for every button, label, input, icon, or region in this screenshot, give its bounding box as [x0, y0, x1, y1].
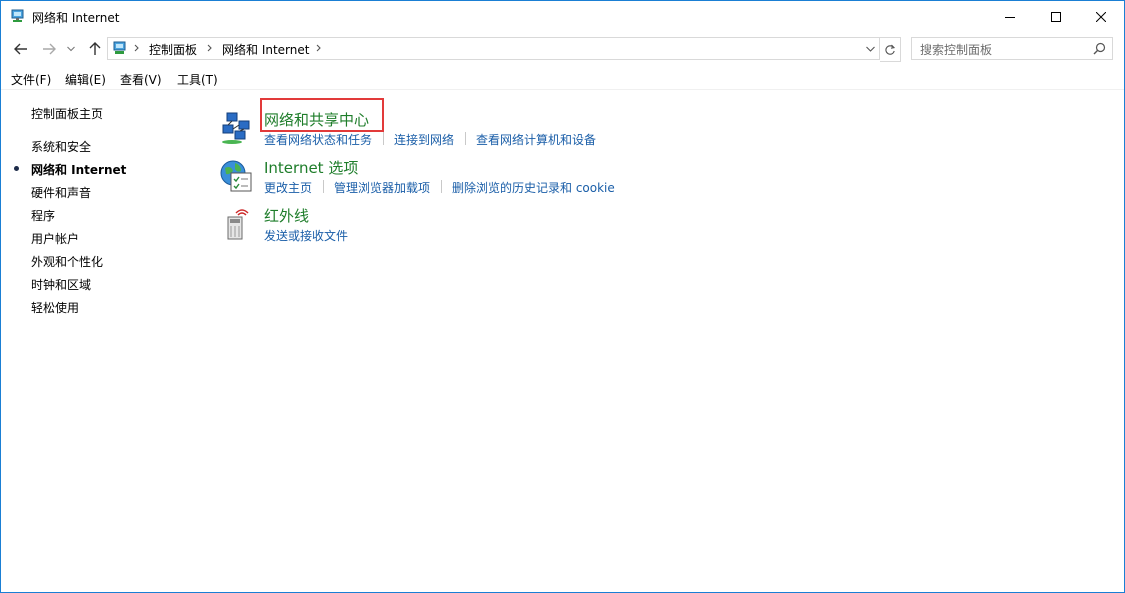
- link-separator: [465, 132, 466, 145]
- forward-button[interactable]: [39, 39, 59, 59]
- sidebar-item-programs[interactable]: 程序: [31, 207, 55, 224]
- sidebar-item-control-panel-home[interactable]: 控制面板主页: [31, 105, 103, 122]
- back-button[interactable]: [11, 39, 31, 59]
- chevron-right-icon: [133, 41, 141, 55]
- close-button[interactable]: [1078, 1, 1124, 32]
- up-arrow-icon: [89, 42, 101, 55]
- title-bar[interactable]: 网络和 Internet: [1, 1, 1124, 32]
- network-sharing-center-icon[interactable]: [219, 111, 253, 145]
- link-view-network-computers[interactable]: 查看网络计算机和设备: [476, 131, 596, 148]
- maximize-button[interactable]: [1033, 1, 1079, 32]
- address-dropdown-button[interactable]: [862, 38, 879, 59]
- sidebar-item-appearance[interactable]: 外观和个性化: [31, 253, 103, 270]
- dropdown-icon: [67, 46, 75, 52]
- chevron-down-icon: [866, 46, 875, 52]
- link-separator: [441, 180, 442, 193]
- infrared-icon[interactable]: [219, 207, 253, 241]
- menu-view[interactable]: 查看(V): [120, 71, 162, 88]
- sidebar-item-network-internet[interactable]: 网络和 Internet: [31, 161, 126, 178]
- search-input[interactable]: 搜索控制面板: [920, 41, 992, 58]
- sidebar-item-user-accounts[interactable]: 用户帐户: [31, 230, 79, 247]
- control-panel-icon: [112, 40, 128, 56]
- chevron-right-icon: [206, 41, 214, 55]
- menu-file[interactable]: 文件(F): [11, 71, 51, 88]
- sidebar-item-hardware-sound[interactable]: 硬件和声音: [31, 184, 91, 201]
- highlight-box: [260, 98, 384, 132]
- forward-arrow-icon: [43, 43, 56, 55]
- chevron-right-icon[interactable]: [315, 41, 323, 55]
- category-title-infrared[interactable]: 红外线: [264, 205, 309, 226]
- link-view-network-status[interactable]: 查看网络状态和任务: [264, 131, 372, 148]
- link-manage-browser-addons[interactable]: 管理浏览器加载项: [334, 179, 430, 196]
- menu-edit[interactable]: 编辑(E): [65, 71, 106, 88]
- link-change-home-page[interactable]: 更改主页: [264, 179, 312, 196]
- sidebar-item-ease-of-access[interactable]: 轻松使用: [31, 299, 79, 316]
- link-delete-browsing-history[interactable]: 删除浏览的历史记录和 cookie: [452, 179, 615, 196]
- breadcrumb-network-internet[interactable]: 网络和 Internet: [222, 41, 309, 58]
- search-box[interactable]: 搜索控制面板: [911, 37, 1113, 60]
- menu-bar: 文件(F) 编辑(E) 查看(V) 工具(T): [1, 67, 1124, 90]
- recent-locations-button[interactable]: [64, 39, 78, 59]
- link-connect-to-network[interactable]: 连接到网络: [394, 131, 454, 148]
- internet-options-icon[interactable]: [219, 159, 253, 193]
- menu-tools[interactable]: 工具(T): [177, 71, 218, 88]
- search-icon[interactable]: [1093, 42, 1106, 58]
- minimize-icon: [1005, 16, 1015, 18]
- window-title: 网络和 Internet: [32, 11, 120, 25]
- link-separator: [323, 180, 324, 193]
- breadcrumb-control-panel[interactable]: 控制面板: [149, 41, 197, 58]
- refresh-button[interactable]: [880, 37, 901, 62]
- address-bar[interactable]: 控制面板 网络和 Internet: [107, 37, 880, 60]
- link-separator: [383, 132, 384, 145]
- close-icon: [1096, 11, 1106, 22]
- minimize-button[interactable]: [987, 1, 1033, 32]
- sidebar-item-system-security[interactable]: 系统和安全: [31, 138, 91, 155]
- maximize-icon: [1051, 11, 1061, 22]
- network-icon: [10, 8, 26, 24]
- window: 网络和 Internet 控制面板 网络和 Internet 搜索控制面板 文件…: [0, 0, 1125, 593]
- up-button[interactable]: [85, 39, 105, 59]
- selected-bullet: [14, 166, 19, 171]
- link-send-receive-files[interactable]: 发送或接收文件: [264, 227, 348, 244]
- back-arrow-icon: [14, 43, 27, 55]
- refresh-icon: [885, 44, 896, 55]
- sidebar-item-clock-region[interactable]: 时钟和区域: [31, 276, 91, 293]
- category-title-internet-options[interactable]: Internet 选项: [264, 157, 358, 178]
